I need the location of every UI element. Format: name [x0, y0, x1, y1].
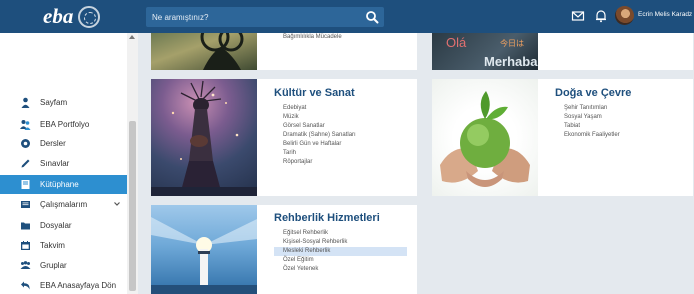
user-name[interactable]: Ecrin Melis Karadz: [638, 11, 692, 18]
sidebar-item-gruplar[interactable]: Gruplar: [0, 256, 127, 275]
card-image[interactable]: [151, 205, 257, 294]
card-item[interactable]: Eğitsel Rehberlik: [274, 229, 407, 238]
sidebar-item-sinavlar[interactable]: Sınavlar: [0, 154, 127, 173]
card-list: Bağımlılıkla Mücadele: [274, 33, 407, 42]
sidebar-item-dosyalar[interactable]: Dosyalar: [0, 216, 127, 235]
sidebar-item-label: Sayfam: [40, 98, 68, 107]
library-icon: [21, 180, 30, 189]
sidebar-item-label: EBA Portfolyo: [40, 120, 90, 129]
ministry-emblem-icon: [78, 6, 100, 28]
card-item[interactable]: Özel Eğitim: [274, 256, 407, 265]
search-bar: [146, 7, 384, 27]
card-image[interactable]: [432, 79, 538, 196]
card-nature-environment[interactable]: Doğa ve Çevre Şehir Tanıtımları Sosyal Y…: [432, 79, 693, 196]
card-languages[interactable]: Olá Merhaba 今日は: [432, 33, 693, 70]
card-title[interactable]: Doğa ve Çevre: [555, 87, 631, 99]
card-item[interactable]: Özel Yetenek: [274, 265, 407, 274]
calendar-icon: [21, 241, 30, 250]
group-icon: [20, 261, 31, 269]
card-image-art: [440, 91, 530, 187]
sidebar-item-dersler[interactable]: Dersler: [0, 134, 127, 153]
image-word: Olá: [446, 35, 467, 50]
avatar[interactable]: [615, 6, 634, 25]
card-item[interactable]: Ekonomik Faaliyetler: [555, 131, 688, 140]
card-image[interactable]: [151, 22, 257, 70]
card-list: Edebiyat Müzik Görsel Sanatlar Dramatik …: [274, 104, 407, 167]
card-item[interactable]: Müzik: [274, 113, 407, 122]
notification-bell-icon[interactable]: [594, 9, 608, 23]
sidebar-item-label: Dersler: [40, 139, 66, 148]
card-list: Eğitsel Rehberlik Kişisel-Sosyal Rehberl…: [274, 229, 407, 274]
card-title[interactable]: Rehberlik Hizmetleri: [274, 212, 380, 224]
card-culture-art[interactable]: Kültür ve Sanat Edebiyat Müzik Görsel Sa…: [151, 79, 417, 196]
card-item[interactable]: Röportajlar: [274, 158, 407, 167]
book-icon: [21, 139, 30, 148]
card-image-art: [151, 217, 257, 294]
card-title[interactable]: Kültür ve Sanat: [274, 87, 355, 99]
search-icon[interactable]: [365, 10, 379, 24]
sidebar-item-sayfam[interactable]: Sayfam: [0, 93, 127, 112]
card-item[interactable]: Edebiyat: [274, 104, 407, 113]
card-item[interactable]: Görsel Sanatlar: [274, 122, 407, 131]
card-image-art: Olá Merhaba 今日は: [446, 35, 538, 69]
user-icon: [21, 97, 30, 108]
image-word: 今日は: [500, 38, 524, 48]
file-icon: [21, 222, 30, 230]
card-item[interactable]: Tabiat: [555, 122, 688, 131]
sidebar-scrollbar[interactable]: [127, 33, 138, 294]
card-list: Şehir Tanıtımları Sosyal Yaşam Tabiat Ek…: [555, 104, 688, 140]
card-item[interactable]: Şehir Tanıtımları: [555, 104, 688, 113]
card-item[interactable]: Tarih: [274, 149, 407, 158]
sidebar-item-eba-anasayfaya-don[interactable]: EBA Anasayfaya Dön: [0, 276, 127, 294]
card-item[interactable]: Bağımlılıkla Mücadele: [274, 33, 407, 42]
card-item[interactable]: Dramatik (Sahne) Sanatları: [274, 131, 407, 140]
sidebar-item-calismalarim[interactable]: Çalışmalarım: [0, 195, 127, 214]
card-addiction[interactable]: Bağımlılıkla Mücadele: [151, 22, 417, 70]
eba-logo[interactable]: eba: [43, 4, 73, 28]
card-image[interactable]: [151, 79, 257, 196]
folder-icon: [21, 201, 30, 208]
eba-app: eba Ecrin Melis Karadz Sayfam: [0, 0, 694, 294]
sidebar-item-kutuphane[interactable]: Kütüphane: [0, 175, 127, 194]
card-item[interactable]: Kişisel-Sosyal Rehberlik: [274, 238, 407, 247]
card-item-highlighted[interactable]: Mesleki Rehberlik: [274, 247, 407, 256]
sidebar-item-label: Kütüphane: [40, 180, 79, 189]
pencil-icon: [21, 159, 30, 168]
card-item[interactable]: Belirli Gün ve Haftalar: [274, 140, 407, 149]
mail-icon[interactable]: [571, 9, 585, 23]
card-image-art: [200, 22, 244, 70]
sidebar-item-label: Sınavlar: [40, 159, 70, 168]
sidebar-item-label: EBA Anasayfaya Dön: [40, 281, 117, 290]
chevron-down-icon[interactable]: [113, 200, 121, 208]
search-input[interactable]: [146, 7, 358, 27]
card-image-art: [151, 80, 257, 196]
card-item[interactable]: Sosyal Yaşam: [555, 113, 688, 122]
back-icon: [21, 281, 30, 290]
top-bar: eba Ecrin Melis Karadz: [0, 0, 694, 33]
scroll-thumb[interactable]: [129, 121, 136, 291]
image-word: Merhaba: [484, 54, 538, 69]
sidebar-item-label: Dosyalar: [40, 221, 72, 230]
scroll-up-arrow-icon[interactable]: [129, 35, 135, 39]
sidebar-item-label: Gruplar: [40, 261, 67, 270]
card-image[interactable]: Olá Merhaba 今日は: [432, 33, 538, 70]
sidebar: Sayfam EBA Portfolyo Dersler Sınavlar Kü…: [0, 33, 138, 294]
sidebar-item-label: Takvim: [40, 241, 65, 250]
sidebar-item-label: Çalışmalarım: [40, 200, 88, 209]
card-guidance-services[interactable]: Rehberlik Hizmetleri Eğitsel Rehberlik K…: [151, 205, 417, 294]
sidebar-item-eba-portfolyo[interactable]: EBA Portfolyo: [0, 115, 127, 134]
sidebar-item-takvim[interactable]: Takvim: [0, 236, 127, 255]
users-icon: [20, 120, 31, 130]
